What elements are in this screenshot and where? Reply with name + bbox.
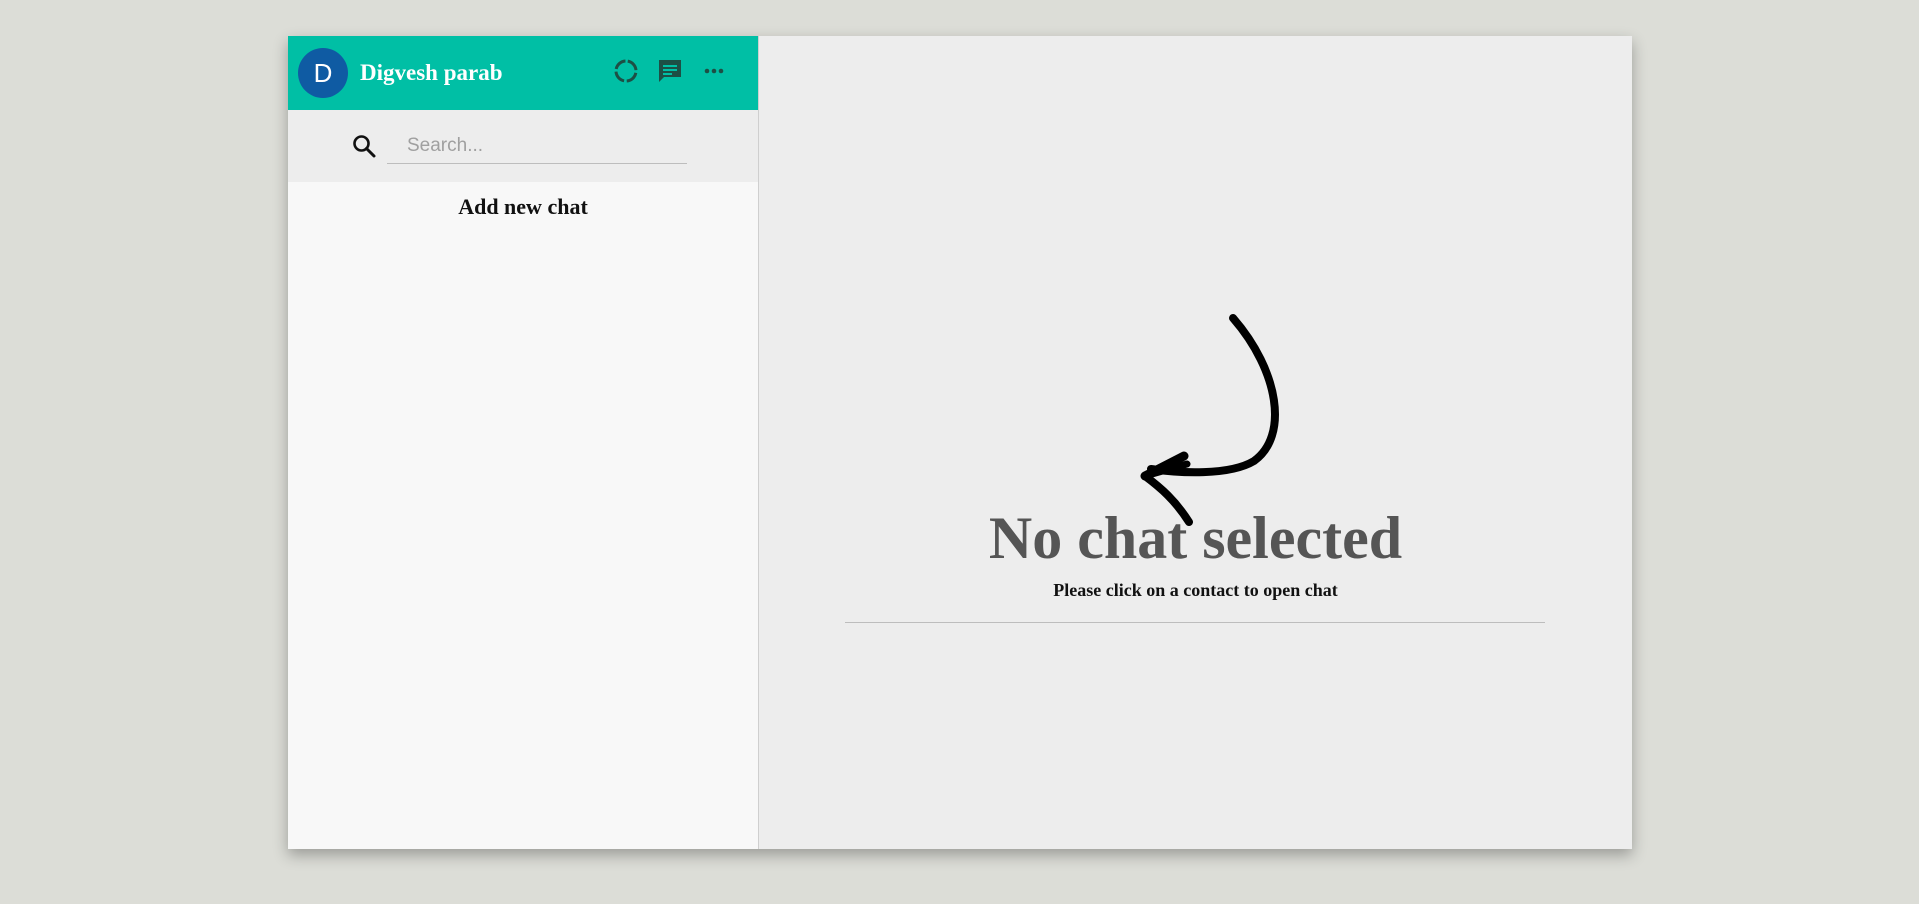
status-button[interactable] <box>604 51 648 95</box>
chat-app-window: D Digvesh parab Search... Add new chat N… <box>288 36 1632 849</box>
sidebar: D Digvesh parab Search... Add new chat <box>288 36 759 849</box>
add-new-chat-button[interactable]: Add new chat <box>288 182 758 220</box>
user-name: Digvesh parab <box>360 60 503 85</box>
search-bar <box>288 110 758 182</box>
empty-state-subtitle: Please click on a contact to open chat <box>1053 580 1338 600</box>
divider <box>845 622 1545 623</box>
pointing-arrow-icon <box>1140 314 1279 526</box>
chat-icon <box>656 57 684 90</box>
more-icon <box>700 57 728 90</box>
avatar[interactable]: D <box>298 48 348 98</box>
main-panel: No chat selected Please click on a conta… <box>759 36 1632 849</box>
search-icon <box>349 131 379 161</box>
status-icon <box>612 57 640 90</box>
search-wrapper <box>349 128 687 164</box>
more-options-button[interactable] <box>692 51 736 95</box>
header-icons <box>604 51 736 95</box>
empty-state-title: No chat selected <box>988 505 1403 571</box>
new-chat-button[interactable] <box>648 51 692 95</box>
search-input[interactable] <box>387 128 687 164</box>
sidebar-header: D Digvesh parab <box>288 36 758 110</box>
